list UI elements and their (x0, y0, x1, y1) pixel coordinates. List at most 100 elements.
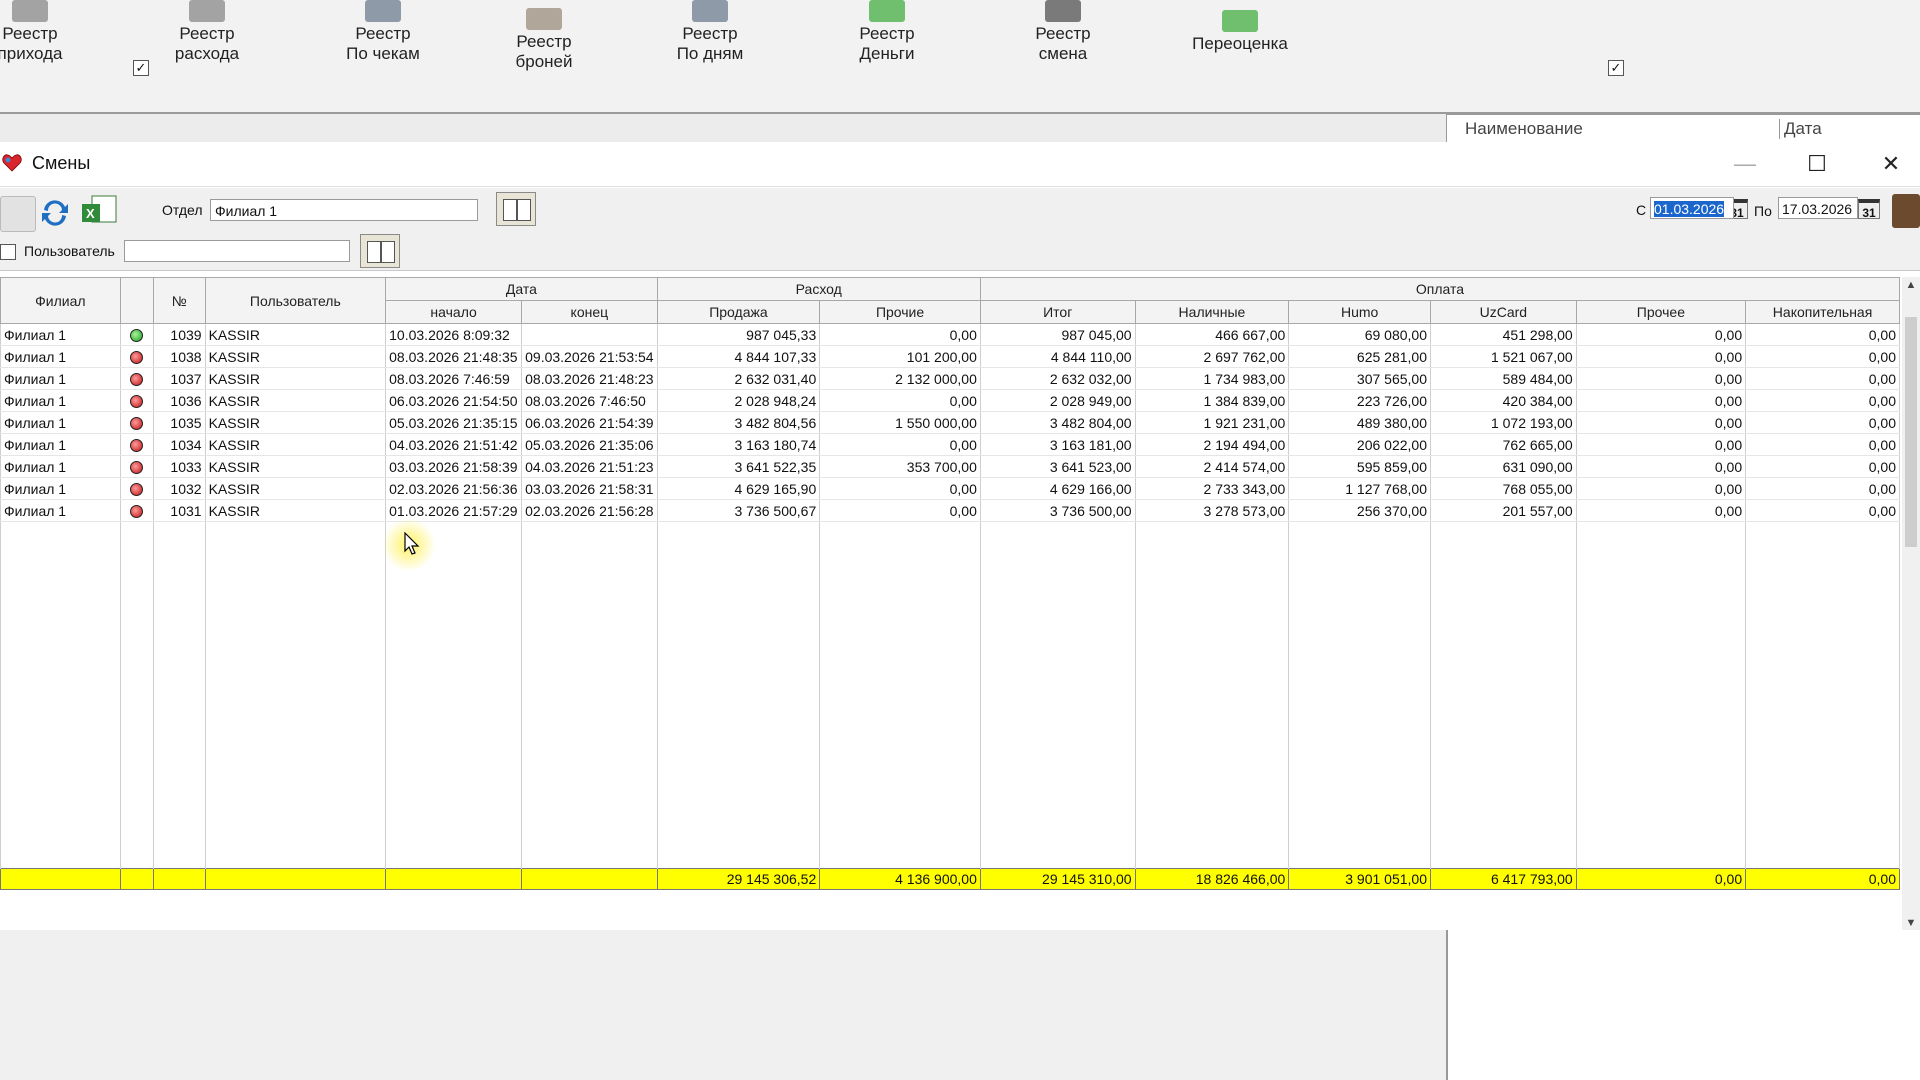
shifts-grid: Филиал № Пользователь Дата Расход Оплата… (0, 277, 1901, 932)
cell-end: 02.03.2026 21:56:28 (521, 499, 658, 522)
col-end[interactable]: конец (521, 300, 658, 324)
col-status[interactable] (119, 277, 154, 324)
table-row[interactable]: Филиал 1 1034 KASSIR 04.03.2026 21:51:42… (0, 433, 1900, 456)
table-row[interactable]: Филиал 1 1032 KASSIR 02.03.2026 21:56:36… (0, 477, 1900, 500)
cell-humo: 489 380,00 (1288, 411, 1431, 434)
background-panel (1446, 930, 1920, 1080)
excel-export-icon[interactable]: X (80, 194, 118, 228)
minimize-button[interactable]: — (1722, 148, 1768, 180)
ribbon-item-po-dnyam[interactable]: Реестр По дням (640, 0, 780, 64)
cell-sale: 3 641 522,35 (656, 455, 821, 478)
cell-total: 4 629 166,00 (979, 477, 1136, 500)
ribbon-item-rashod[interactable]: Реестр расхода (137, 0, 277, 64)
col-user[interactable]: Пользователь (204, 277, 387, 324)
svg-text:X: X (86, 206, 95, 221)
table-row[interactable]: Филиал 1 1038 KASSIR 08.03.2026 21:48:35… (0, 345, 1900, 368)
cell-number: 1031 (152, 499, 206, 522)
table-row[interactable]: Филиал 1 1033 KASSIR 03.03.2026 21:58:39… (0, 455, 1900, 478)
col-other-payment[interactable]: Прочее (1575, 300, 1747, 324)
otdel-field[interactable]: Филиал 1 (210, 199, 478, 221)
otdel-checkbox[interactable]: ✓ (133, 60, 149, 76)
col-sale[interactable]: Продажа (656, 300, 821, 324)
cell-cash: 1 921 231,00 (1134, 411, 1290, 434)
to-date-input[interactable]: 17.03.2026 (1778, 197, 1858, 219)
cell-humo: 206 022,00 (1288, 433, 1431, 456)
ribbon-label: Переоценка (1192, 34, 1288, 53)
shifts-window: Смены — ☐ ✕ X ✓ Отдел Филиал 1 ✓ С 31 По… (0, 60, 1920, 932)
register-icon (189, 0, 225, 22)
ribbon-label: Реестр (2, 24, 58, 43)
cell-cumulative: 0,00 (1745, 323, 1900, 346)
cell-number: 1034 (152, 433, 206, 456)
col-start[interactable]: начало (385, 300, 523, 324)
refresh-icon[interactable] (38, 196, 72, 230)
total-cash: 18 826 466,00 (1134, 868, 1290, 890)
cell-cumulative: 0,00 (1745, 367, 1900, 390)
col-number[interactable]: № (152, 277, 206, 324)
col-cash[interactable]: Наличные (1134, 300, 1290, 324)
mouse-pointer-icon (404, 532, 420, 555)
user-label: Пользователь (24, 243, 115, 259)
cell-start: 05.03.2026 21:35:15 (385, 411, 523, 434)
otdel-lookup-book-icon[interactable] (496, 192, 536, 226)
ribbon-label: По чекам (346, 44, 420, 63)
col-filial[interactable]: Филиал (0, 277, 121, 324)
cell-cash: 2 697 762,00 (1134, 345, 1290, 368)
extra-panel-icon[interactable] (1892, 194, 1920, 228)
ribbon-item-smena[interactable]: Реестр смена (993, 0, 1133, 64)
cell-user: KASSIR (204, 367, 387, 390)
cell-humo: 69 080,00 (1288, 323, 1431, 346)
col-total[interactable]: Итог (979, 300, 1136, 324)
cell-filial: Филиал 1 (0, 323, 121, 346)
cell-user: KASSIR (204, 455, 387, 478)
from-label: С (1636, 202, 1647, 218)
close-button[interactable]: ✕ (1868, 148, 1914, 180)
cell-uzcard: 201 557,00 (1430, 499, 1577, 522)
title-bar[interactable]: Смены — ☐ ✕ (0, 142, 1920, 187)
ribbon-item-dengi[interactable]: Реестр Деньги (817, 0, 957, 64)
cell-uzcard: 451 298,00 (1430, 323, 1577, 346)
col-cumulative[interactable]: Накопительная (1745, 300, 1900, 324)
cell-filial: Филиал 1 (0, 389, 121, 412)
cell-other-payment: 0,00 (1575, 323, 1747, 346)
to-calendar-icon[interactable]: 31 (1858, 199, 1880, 220)
ribbon-label: расхода (174, 44, 240, 63)
scroll-thumb[interactable] (1905, 317, 1917, 547)
ribbon-item-pereocenka[interactable]: Переоценка (1170, 10, 1310, 54)
cell-filial: Филиал 1 (0, 455, 121, 478)
status-closed-icon (130, 373, 144, 387)
table-row[interactable]: Филиал 1 1031 KASSIR 01.03.2026 21:57:29… (0, 499, 1900, 522)
cell-status (119, 323, 154, 346)
ribbon-label: смена (1038, 44, 1088, 63)
maximize-button[interactable]: ☐ (1794, 148, 1840, 180)
table-row[interactable]: Филиал 1 1036 KASSIR 06.03.2026 21:54:50… (0, 389, 1900, 412)
date-filter-checkbox[interactable]: ✓ (1608, 60, 1624, 76)
cell-other-payment: 0,00 (1575, 345, 1747, 368)
total-other-payment: 0,00 (1575, 868, 1747, 890)
col-humo[interactable]: Humo (1288, 300, 1431, 324)
table-row[interactable]: Филиал 1 1037 KASSIR 08.03.2026 7:46:59 … (0, 367, 1900, 390)
ribbon-item-po-chekam[interactable]: Реестр По чекам (313, 0, 453, 64)
cell-start: 03.03.2026 21:58:39 (385, 455, 523, 478)
cell-sale: 3 482 804,56 (656, 411, 821, 434)
user-field[interactable] (124, 240, 350, 262)
scroll-down-icon[interactable]: ▼ (1905, 917, 1917, 929)
user-lookup-book-icon[interactable] (360, 234, 400, 268)
scroll-up-icon[interactable]: ▲ (1905, 279, 1917, 291)
status-closed-icon (130, 417, 144, 431)
calculator-icon[interactable] (0, 196, 36, 232)
cell-cumulative: 0,00 (1745, 455, 1900, 478)
col-other-expense[interactable]: Прочие (819, 300, 981, 324)
ribbon-item-prihod[interactable]: Реестр прихода (0, 0, 100, 64)
cell-number: 1038 (152, 345, 206, 368)
vertical-scrollbar[interactable]: ▲ ▼ (1902, 277, 1920, 932)
table-row[interactable]: Филиал 1 1039 KASSIR 10.03.2026 8:09:32 … (0, 323, 1900, 346)
totals-row: 29 145 306,52 4 136 900,00 29 145 310,00… (0, 868, 1900, 890)
ribbon-item-broney[interactable]: Реестр броней (474, 8, 614, 72)
user-checkbox[interactable] (0, 244, 16, 260)
col-uzcard[interactable]: UzCard (1430, 300, 1577, 324)
from-date-input[interactable]: 01.03.2026 (1650, 197, 1734, 219)
cell-sale: 3 736 500,67 (656, 499, 821, 522)
cell-other-payment: 0,00 (1575, 411, 1747, 434)
table-row[interactable]: Филиал 1 1035 KASSIR 05.03.2026 21:35:15… (0, 411, 1900, 434)
